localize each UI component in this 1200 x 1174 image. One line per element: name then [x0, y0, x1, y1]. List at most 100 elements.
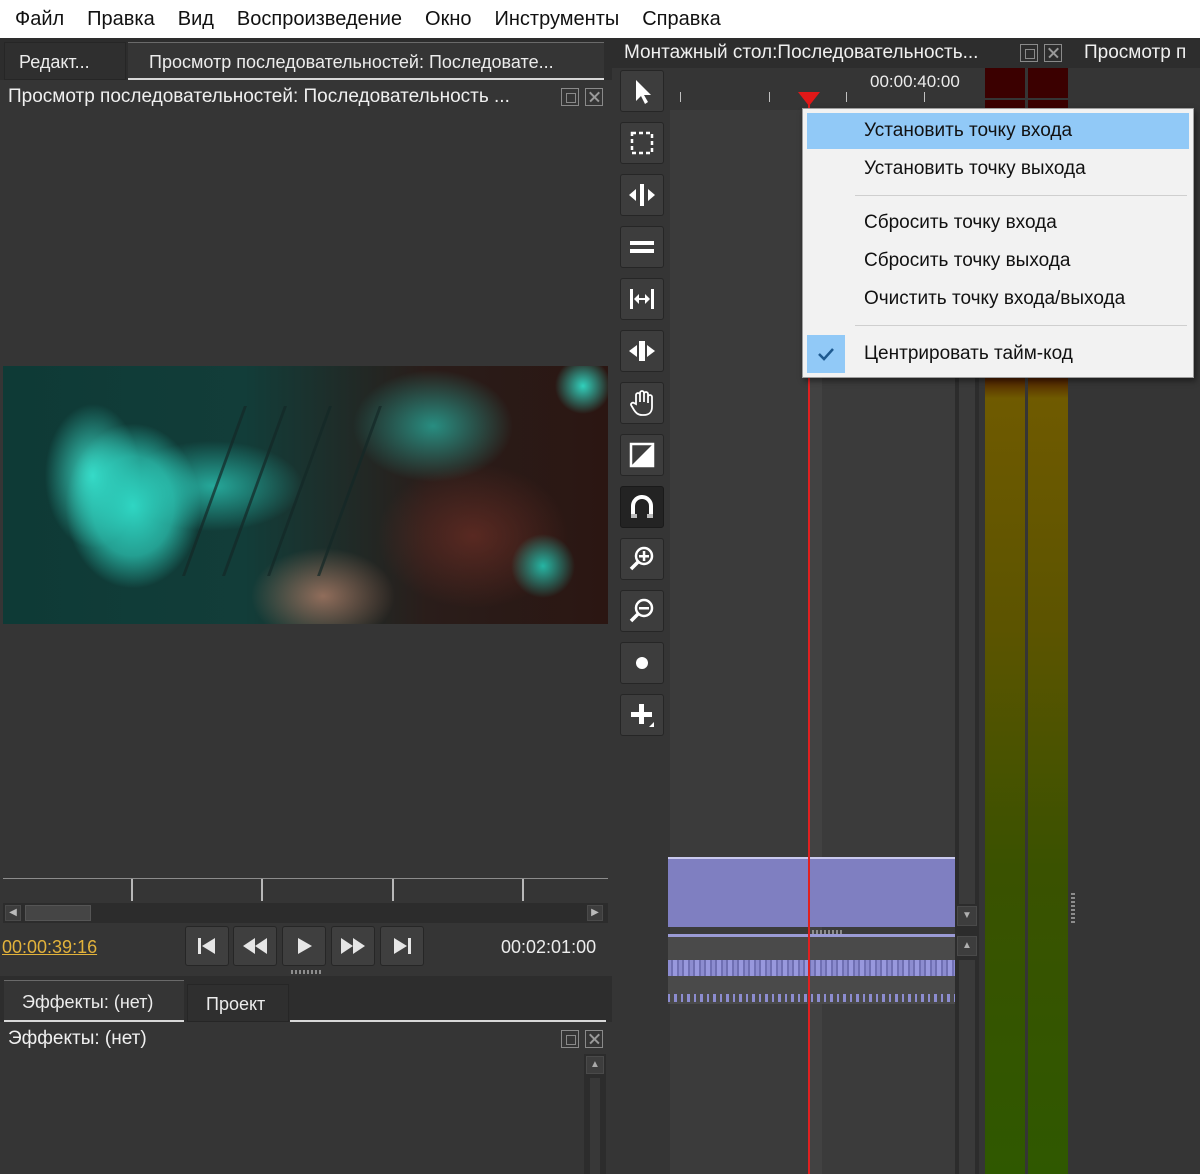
- menu-item-clear-in-out[interactable]: Очистить точку входа/выхода: [807, 281, 1189, 317]
- zoom-in-icon: [629, 546, 654, 571]
- go-to-start-button[interactable]: [185, 926, 229, 966]
- record-icon: [636, 657, 648, 669]
- playhead-marker[interactable]: [798, 92, 820, 106]
- transition-tool-button[interactable]: [620, 434, 664, 476]
- skip-end-icon: [394, 938, 411, 954]
- snapping-toggle-button[interactable]: [620, 486, 664, 528]
- audio-waveform: [668, 960, 955, 976]
- menu-item-center-timecode[interactable]: Центрировать тайм-код: [807, 336, 1189, 372]
- effects-close-icon[interactable]: [585, 1030, 603, 1048]
- pointer-tool-button[interactable]: [620, 70, 664, 112]
- audio-clip-top: [668, 934, 955, 937]
- viewer-float-icon[interactable]: [561, 88, 579, 106]
- scroll-right-icon[interactable]: ▶: [587, 905, 603, 921]
- guitar-fret: [317, 406, 382, 576]
- play-icon: [298, 938, 312, 954]
- marquee-tool-button[interactable]: [620, 122, 664, 164]
- scroll-up-icon[interactable]: ▲: [586, 1056, 604, 1074]
- menu-separator: [855, 325, 1187, 326]
- tab-project-label: Проект: [206, 994, 266, 1014]
- fast-forward-icon: [341, 938, 365, 954]
- rolling-tool-button[interactable]: [620, 226, 664, 268]
- hand-tool-button[interactable]: [620, 382, 664, 424]
- video-clip[interactable]: [668, 857, 955, 927]
- rewind-button[interactable]: [233, 926, 277, 966]
- pointer-icon: [636, 80, 651, 104]
- ripple-icon: [629, 184, 655, 206]
- timeline-title: Монтажный стол:Последовательность...: [624, 42, 979, 63]
- timeline-close-icon[interactable]: [1044, 44, 1062, 62]
- hand-icon: [630, 390, 653, 416]
- rewind-icon: [243, 938, 267, 954]
- ruler-tick: [924, 92, 925, 102]
- slide-tool-button[interactable]: [620, 330, 664, 372]
- zoom-in-tool-button[interactable]: [620, 538, 664, 580]
- current-timecode[interactable]: 00:00:39:16: [2, 937, 97, 958]
- scroll-up-icon[interactable]: ▲: [957, 936, 977, 956]
- bottom-tab-bar: Эффекты: (нет) Проект: [0, 976, 612, 1022]
- viewer-horizontal-scrollbar[interactable]: ◀ ▶: [3, 903, 608, 923]
- menu-view[interactable]: Вид: [169, 0, 228, 38]
- effects-vertical-scrollbar[interactable]: ▲: [584, 1054, 606, 1174]
- meter-segment: [985, 98, 1025, 100]
- tab-bar-line: [290, 1020, 606, 1022]
- play-button[interactable]: [282, 926, 326, 966]
- tab-effects-label: Эффекты: (нет): [22, 992, 154, 1012]
- rolling-icon: [630, 241, 654, 253]
- menu-edit[interactable]: Правка: [78, 0, 169, 38]
- ruler-tick: [769, 92, 770, 102]
- tab-editor[interactable]: Редакт...: [4, 42, 126, 80]
- tab-active-underline: [4, 1020, 184, 1022]
- meter-segment: [1028, 98, 1068, 100]
- transition-icon: [629, 442, 655, 468]
- magnet-icon: [631, 495, 653, 518]
- tab-active-underline: [128, 78, 604, 80]
- menu-help[interactable]: Справка: [633, 0, 734, 38]
- scrub-tick: [261, 879, 263, 901]
- scrub-tick: [522, 879, 524, 901]
- slide-icon: [629, 341, 655, 361]
- slip-icon: [630, 289, 654, 309]
- fast-forward-button[interactable]: [331, 926, 375, 966]
- menu-playback[interactable]: Воспроизведение: [228, 0, 416, 38]
- scroll-track[interactable]: [590, 1078, 600, 1174]
- menu-tools[interactable]: Инструменты: [486, 0, 634, 38]
- viewer-scrubber[interactable]: [3, 878, 608, 902]
- next-panel-title[interactable]: Просмотр п: [1084, 42, 1186, 64]
- scroll-left-icon[interactable]: ◀: [5, 905, 21, 921]
- tab-project[interactable]: Проект: [187, 984, 289, 1022]
- effects-float-icon[interactable]: [561, 1030, 579, 1048]
- scroll-track[interactable]: [959, 960, 975, 1174]
- menu-window[interactable]: Окно: [416, 0, 485, 38]
- marquee-icon: [630, 131, 654, 155]
- ruler-tick: [846, 92, 847, 102]
- ruler-tick: [680, 92, 681, 102]
- add-track-button[interactable]: [620, 694, 664, 736]
- ripple-tool-button[interactable]: [620, 174, 664, 216]
- ruler-timecode: 00:00:40:00: [870, 72, 960, 91]
- add-icon: [631, 704, 654, 727]
- record-button[interactable]: [620, 642, 664, 684]
- tab-sequence-viewer[interactable]: Просмотр последовательностей: Последоват…: [128, 42, 604, 80]
- menu-item-set-out-point[interactable]: Установить точку выхода: [807, 151, 1189, 187]
- zoom-out-tool-button[interactable]: [620, 590, 664, 632]
- menu-item-reset-in-point[interactable]: Сбросить точку входа: [807, 205, 1189, 241]
- splitter-grip[interactable]: [1071, 893, 1075, 923]
- scroll-thumb[interactable]: [25, 905, 91, 921]
- audio-clip[interactable]: [668, 934, 955, 1004]
- timeline-float-icon[interactable]: [1020, 44, 1038, 62]
- viewer-title: Просмотр последовательностей: Последоват…: [8, 86, 510, 107]
- go-to-end-button[interactable]: [380, 926, 424, 966]
- scroll-down-icon[interactable]: ▼: [957, 906, 977, 926]
- splitter-grip[interactable]: [291, 970, 321, 974]
- menu-file[interactable]: Файл: [6, 0, 78, 38]
- viewer-close-icon[interactable]: [585, 88, 603, 106]
- scrub-tick: [392, 879, 394, 901]
- timeline-toolbar: [612, 68, 670, 1174]
- menu-bar: Файл Правка Вид Воспроизведение Окно Инс…: [0, 0, 1200, 38]
- tab-effects[interactable]: Эффекты: (нет): [4, 980, 184, 1022]
- menu-item-set-in-point[interactable]: Установить точку входа: [807, 113, 1189, 149]
- video-frame: [3, 366, 608, 624]
- slip-tool-button[interactable]: [620, 278, 664, 320]
- menu-item-reset-out-point[interactable]: Сбросить точку выхода: [807, 243, 1189, 279]
